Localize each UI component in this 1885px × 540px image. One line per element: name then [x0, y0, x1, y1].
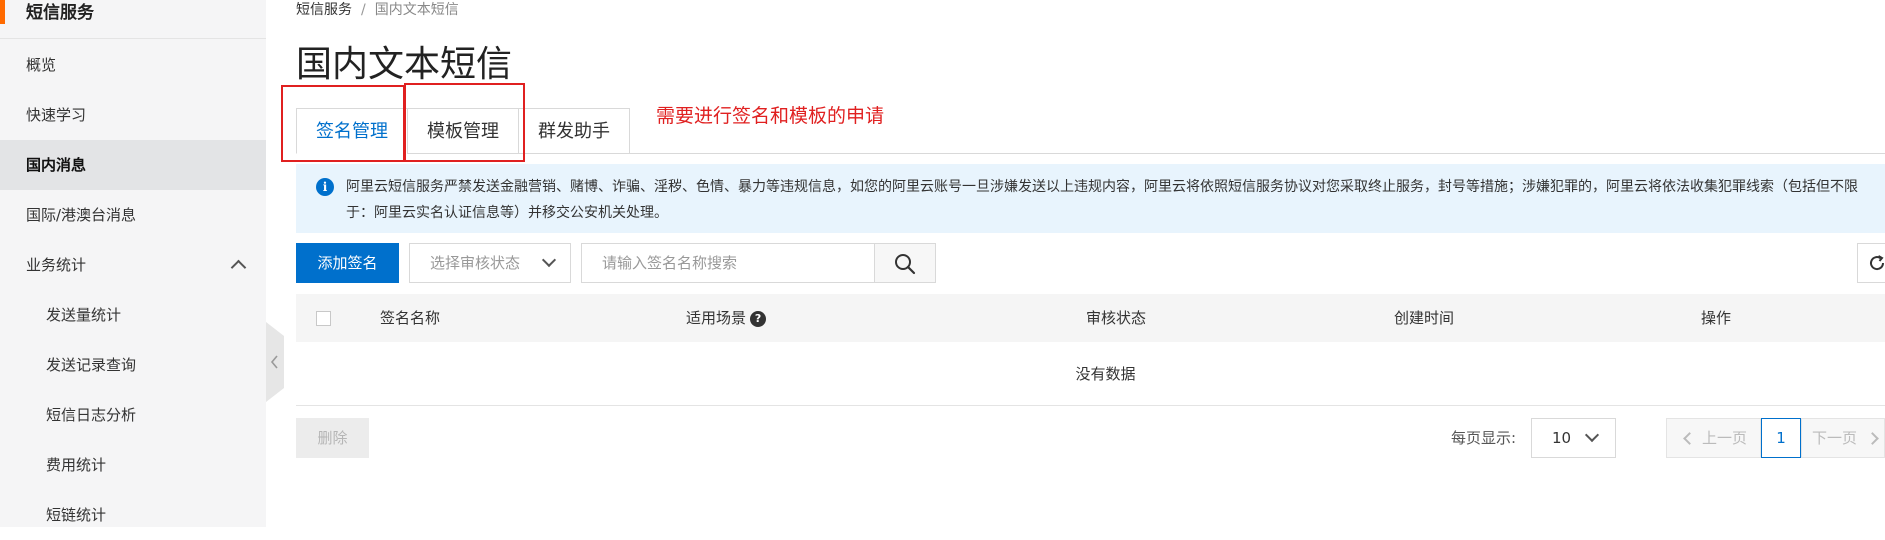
- sidebar-item-domestic-messages[interactable]: 国内消息: [0, 140, 266, 190]
- column-header-review-status: 审核状态: [1086, 309, 1147, 327]
- chevron-down-icon: [541, 252, 557, 268]
- tab-template-management[interactable]: 模板管理: [407, 108, 519, 154]
- info-icon: i: [316, 178, 334, 196]
- sidebar-divider: [0, 38, 266, 39]
- annotation-note: 需要进行签名和模板的申请: [656, 105, 885, 127]
- sidebar-accent-bar: [0, 0, 5, 24]
- column-header-created-time: 创建时间: [1394, 309, 1455, 327]
- sidebar: 短信服务 概览 快速学习 国内消息 国际/港澳台消息 业务统计 发送量统计 发送…: [0, 0, 266, 527]
- chevron-left-icon: [1683, 432, 1696, 445]
- sidebar-item-send-volume[interactable]: 发送量统计: [0, 290, 266, 340]
- help-icon[interactable]: ?: [750, 310, 767, 327]
- breadcrumb: 短信服务 / 国内文本短信: [296, 0, 459, 20]
- table-empty-row: 没有数据: [296, 342, 1885, 406]
- chevron-up-icon: [230, 259, 247, 276]
- prev-page-button[interactable]: 上一页: [1666, 418, 1761, 458]
- prev-page-label: 上一页: [1702, 429, 1748, 447]
- delete-button[interactable]: 删除: [296, 418, 369, 458]
- page-title: 国内文本短信: [296, 44, 513, 85]
- sidebar-title: 短信服务: [26, 3, 94, 23]
- sidebar-item-log-analysis[interactable]: 短信日志分析: [0, 390, 266, 440]
- sidebar-item-business-stats[interactable]: 业务统计: [0, 240, 266, 290]
- next-page-button[interactable]: 下一页: [1801, 418, 1885, 458]
- sidebar-item-international-messages[interactable]: 国际/港澳台消息: [0, 190, 266, 240]
- column-header-scenario: 适用场景?: [686, 294, 767, 342]
- tab-bulk-send-assistant[interactable]: 群发助手: [518, 108, 630, 154]
- review-status-select[interactable]: 选择审核状态: [409, 243, 571, 283]
- notice-text: 阿里云短信服务严禁发送金融营销、赌博、诈骗、淫秽、色情、暴力等违规信息，如您的阿…: [346, 179, 1858, 221]
- sidebar-collapse-handle[interactable]: [266, 322, 284, 402]
- collapse-handle-icon: [266, 322, 284, 402]
- breadcrumb-separator: /: [361, 2, 366, 18]
- review-status-placeholder: 选择审核状态: [430, 254, 521, 272]
- sidebar-item-label: 业务统计: [26, 256, 87, 274]
- search-icon: [895, 254, 916, 275]
- per-page-label: 每页显示:: [1451, 429, 1517, 447]
- refresh-icon: [1870, 255, 1885, 271]
- breadcrumb-root[interactable]: 短信服务: [296, 2, 352, 18]
- page-number-button[interactable]: 1: [1761, 418, 1801, 458]
- per-page-value: 10: [1552, 429, 1572, 447]
- add-signature-button[interactable]: 添加签名: [296, 243, 399, 283]
- select-all-checkbox[interactable]: [316, 311, 331, 326]
- next-page-label: 下一页: [1812, 429, 1858, 447]
- column-header-signature-name: 签名名称: [380, 309, 441, 327]
- column-header-actions: 操作: [1701, 309, 1732, 327]
- tab-signature-management[interactable]: 签名管理: [296, 108, 408, 154]
- chevron-right-icon: [1866, 432, 1879, 445]
- sidebar-item-overview[interactable]: 概览: [0, 40, 266, 90]
- table-header: 签名名称 适用场景? 审核状态 创建时间 操作: [296, 294, 1885, 342]
- search-button[interactable]: [874, 243, 936, 283]
- notice-banner: i 阿里云短信服务严禁发送金融营销、赌博、诈骗、淫秽、色情、暴力等违规信息，如您…: [296, 164, 1885, 233]
- signature-search-input[interactable]: [581, 243, 875, 283]
- sidebar-item-cost-stats[interactable]: 费用统计: [0, 440, 266, 490]
- per-page-select[interactable]: 10: [1531, 418, 1616, 458]
- sidebar-item-send-records[interactable]: 发送记录查询: [0, 340, 266, 390]
- sidebar-item-quick-learn[interactable]: 快速学习: [0, 90, 266, 140]
- breadcrumb-current: 国内文本短信: [374, 2, 459, 18]
- sidebar-item-shortlink-stats[interactable]: 短链统计: [0, 490, 266, 540]
- column-header-scenario-label: 适用场景: [686, 309, 747, 327]
- refresh-button[interactable]: [1857, 243, 1885, 283]
- chevron-down-icon: [1584, 427, 1600, 443]
- empty-text: 没有数据: [1075, 365, 1136, 383]
